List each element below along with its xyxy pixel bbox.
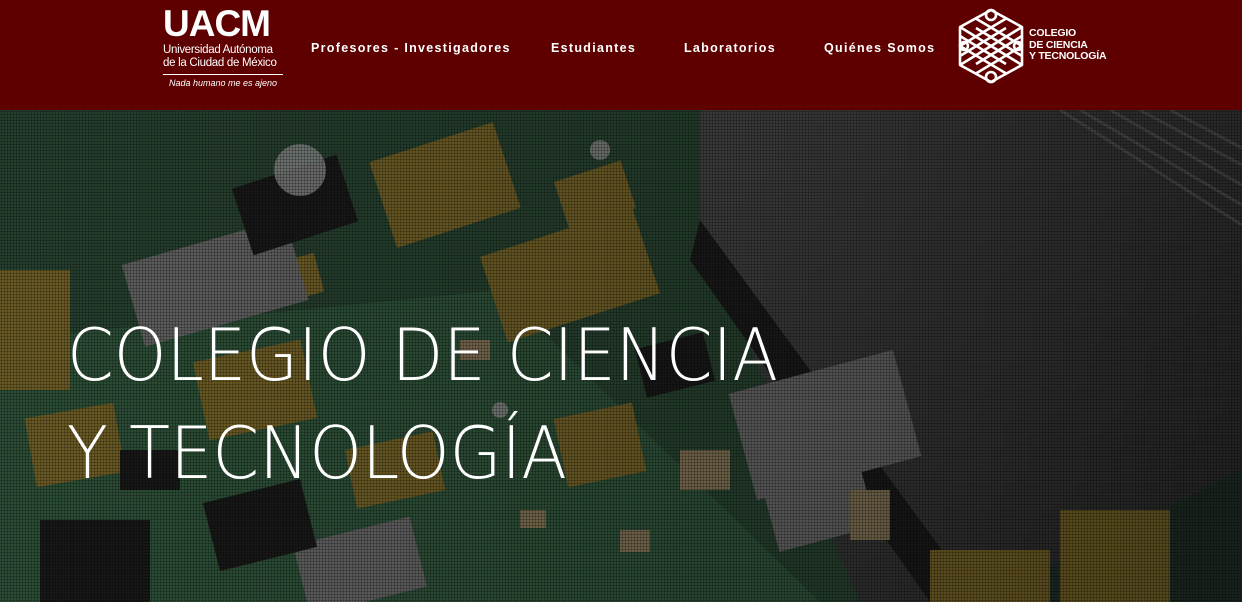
uacm-logo[interactable]: UACM Universidad Autónoma de la Ciudad d…: [163, 3, 287, 92]
hero-title-line1: COLEGIO DE CIENCIA: [67, 313, 779, 397]
nav-item-quienes-somos[interactable]: Quiénes Somos: [824, 41, 935, 55]
nav-item-laboratorios[interactable]: Laboratorios: [684, 41, 776, 55]
nav-item-estudiantes[interactable]: Estudiantes: [551, 41, 636, 55]
uacm-logo-motto: Nada humano me es ajeno: [168, 78, 278, 88]
hero-title: COLEGIO DE CIENCIA Y TECNOLOGÍA: [67, 306, 778, 502]
nav-item-profesores[interactable]: Profesores - Investigadores: [311, 41, 511, 55]
college-logo-text: COLEGIO DE CIENCIA Y TECNOLOGÍA: [1029, 27, 1107, 63]
college-logo-line1: COLEGIO: [1029, 27, 1077, 39]
college-logo[interactable]: COLEGIO DE CIENCIA Y TECNOLOGÍA: [956, 7, 1107, 85]
hero-banner: COLEGIO DE CIENCIA Y TECNOLOGÍA: [0, 110, 1242, 602]
college-logo-line3: Y TECNOLOGÍA: [1029, 50, 1107, 62]
uacm-logo-name-line1: Universidad Autónoma: [163, 44, 273, 56]
uacm-logo-mark: UACM: [163, 3, 271, 44]
site-header: UACM Universidad Autónoma de la Ciudad d…: [0, 0, 1242, 110]
hero-title-line2: Y TECNOLOGÍA: [67, 411, 568, 495]
knotwork-hexagon-icon: [958, 8, 1024, 84]
uacm-logo-divider: [163, 74, 283, 75]
uacm-logo-name-line2: de la Ciudad de México: [163, 57, 277, 69]
